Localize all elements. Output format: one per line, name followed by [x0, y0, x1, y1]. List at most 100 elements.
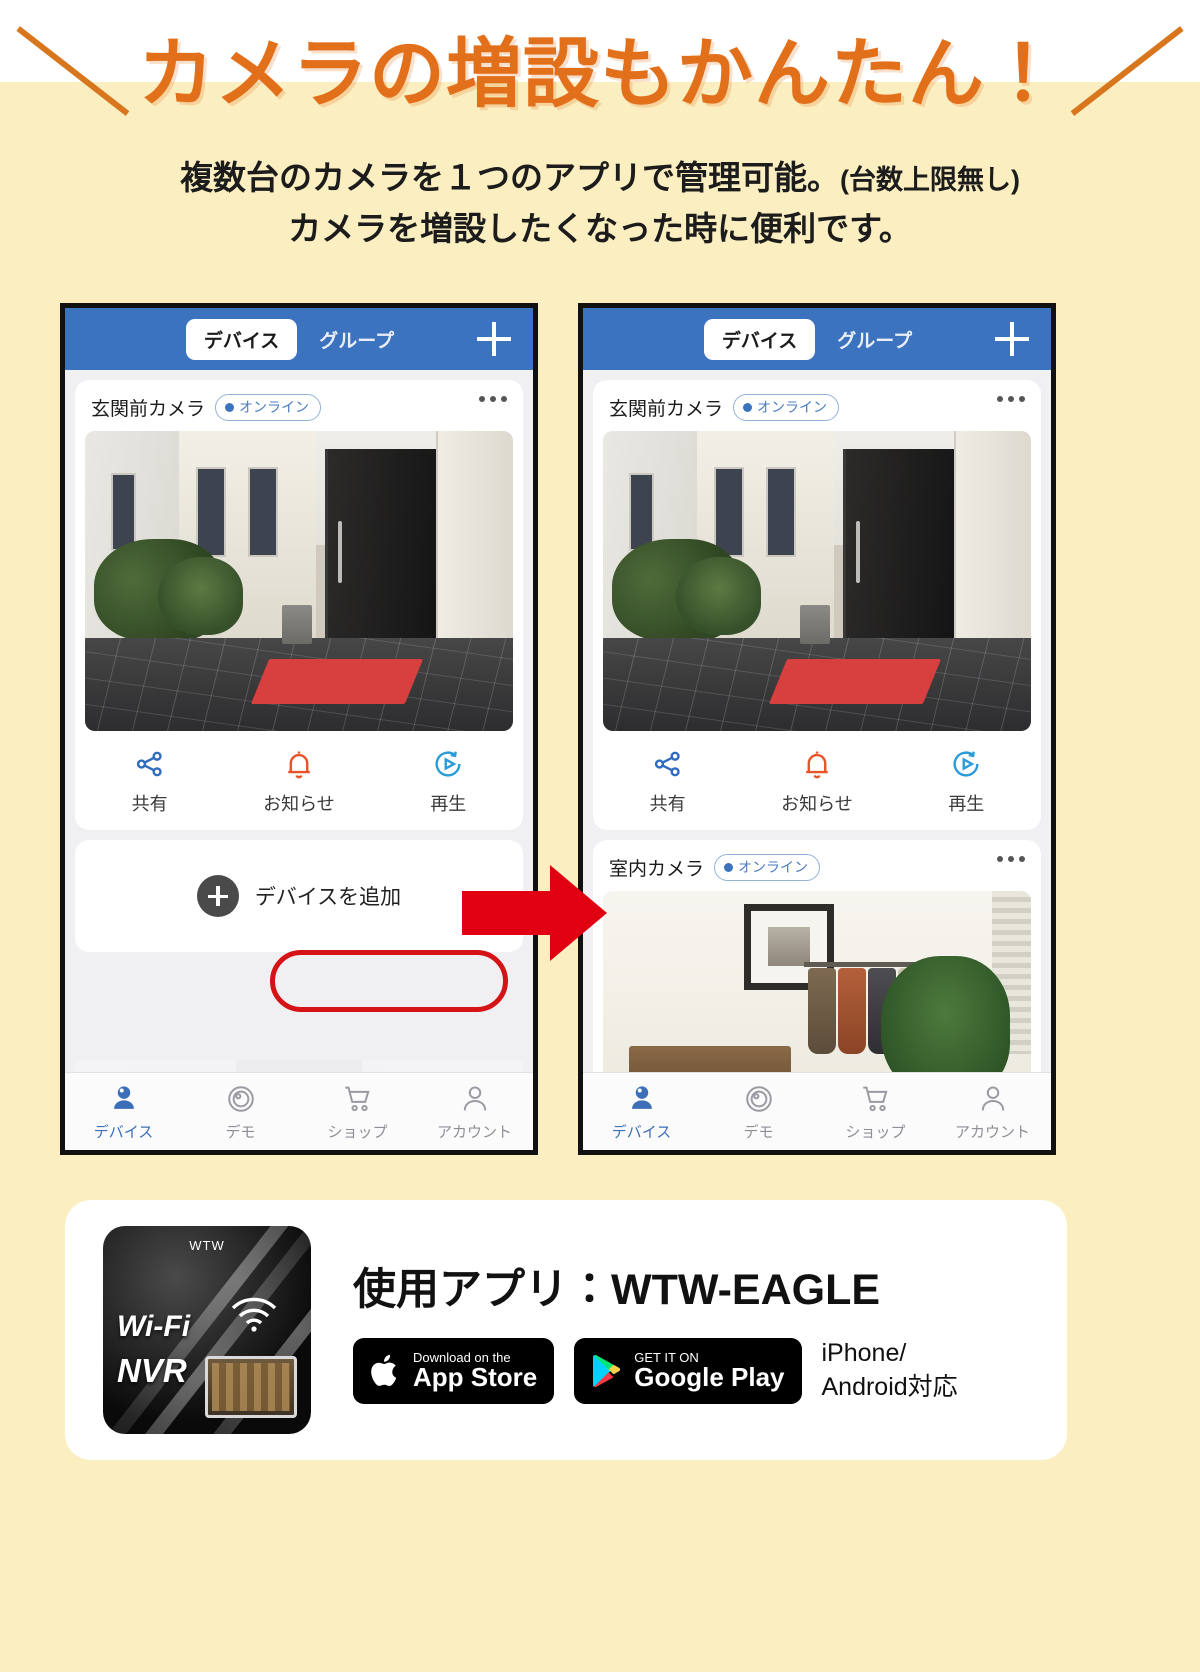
action-playback[interactable]: 再生 [374, 747, 523, 816]
camera-preview-entrance[interactable] [85, 431, 513, 731]
status-dot-icon [743, 402, 753, 412]
app-icon-wifi-text: Wi-Fi [117, 1310, 191, 1343]
camera-name: 玄関前カメラ [609, 399, 724, 420]
nav-item-devices[interactable]: デバイス [65, 1082, 182, 1142]
more-options-icon[interactable] [479, 396, 507, 402]
google-play-badge-big: Google Play [634, 1362, 785, 1393]
replay-icon [953, 751, 979, 777]
status-label: オンライン [738, 859, 809, 875]
add-button[interactable] [995, 322, 1029, 356]
os-note-line-2: Android対応 [821, 1373, 958, 1401]
nav-label-devices: デバイス [93, 1123, 154, 1141]
camera-name: 室内カメラ [609, 859, 705, 880]
status-badge: オンライン [733, 394, 840, 421]
nav-label-shop: ショップ [327, 1123, 388, 1141]
app-store-badge-texts: Download on the App Store [413, 1350, 538, 1393]
camera-preview-entrance[interactable] [603, 431, 1031, 731]
status-dot-icon [724, 862, 734, 872]
google-play-badge[interactable]: GET IT ON Google Play [574, 1338, 802, 1404]
action-share[interactable]: 共有 [593, 747, 742, 816]
nav-item-demo[interactable]: デモ [182, 1082, 299, 1142]
camera-name: 玄関前カメラ [91, 399, 206, 420]
app-info-card: WTW Wi-Fi NVR 使用アプリ：WTW-EAGLE Download o… [65, 1200, 1067, 1460]
more-options-icon[interactable] [997, 396, 1025, 402]
app-icon-brand: WTW [189, 1238, 225, 1253]
tab-groups[interactable]: グループ [301, 319, 412, 360]
demo-icon [745, 1085, 772, 1112]
nav-item-shop[interactable]: ショップ [817, 1082, 934, 1142]
header-tabs-left: デバイス グループ [185, 318, 412, 360]
action-notify[interactable]: お知らせ [224, 747, 373, 816]
action-notify-label: お知らせ [263, 794, 335, 814]
tab-devices[interactable]: デバイス [185, 318, 298, 360]
banner-title-row: ＼ カメラの増設もかんたん！ ／ [0, 22, 1200, 127]
apple-icon [371, 1354, 397, 1386]
app-header-left: デバイス グループ [65, 308, 533, 370]
app-store-badge[interactable]: Download on the App Store [353, 1338, 555, 1404]
action-share-label: 共有 [131, 794, 168, 814]
bottom-nav-left: デバイス デモ ショップ アカウント [65, 1072, 533, 1150]
nav-label-devices: デバイス [611, 1123, 672, 1141]
nav-item-account[interactable]: アカウント [416, 1082, 533, 1142]
status-label: オンライン [757, 399, 828, 415]
decorative-slash-left: ＼ [13, 23, 135, 126]
action-playback-label: 再生 [948, 794, 985, 814]
bell-icon [288, 751, 310, 779]
app-body-left: 玄関前カメラ オンライン 共有 お知らせ 再生 デバイスを追加 デバイス デモ … [65, 370, 533, 1150]
account-icon [981, 1086, 1004, 1110]
phone-mockups: デバイス グループ 玄関前カメラ オンライン 共有 お知らせ 再生 デバイスを追… [0, 303, 1200, 1158]
action-notify[interactable]: お知らせ [742, 747, 891, 816]
add-device-button[interactable]: デバイスを追加 [167, 863, 431, 929]
camera-card-entrance[interactable]: 玄関前カメラ オンライン 共有 お知らせ 再生 [75, 380, 523, 830]
add-device-label: デバイスを追加 [254, 886, 402, 909]
status-label: オンライン [239, 399, 310, 415]
nav-label-demo: デモ [743, 1123, 774, 1141]
action-playback-label: 再生 [430, 794, 467, 814]
play-triangle-icon [593, 1354, 621, 1388]
action-share-label: 共有 [649, 794, 686, 814]
banner-subtitle: 複数台のカメラを１つのアプリで管理可能。(台数上限無し) カメラを増設したくなっ… [0, 152, 1200, 254]
phone-before: デバイス グループ 玄関前カメラ オンライン 共有 お知らせ 再生 デバイスを追… [60, 303, 538, 1155]
nav-item-shop[interactable]: ショップ [299, 1082, 416, 1142]
camera-card-entrance[interactable]: 玄関前カメラ オンライン 共有 お知らせ 再生 [593, 380, 1041, 830]
status-badge: オンライン [714, 854, 821, 881]
nav-label-account: アカウント [954, 1123, 1030, 1141]
action-share[interactable]: 共有 [75, 747, 224, 816]
nav-item-account[interactable]: アカウント [934, 1082, 1051, 1142]
nav-label-shop: ショップ [845, 1123, 906, 1141]
wtw-eagle-app-icon: WTW Wi-Fi NVR [103, 1226, 311, 1434]
bottom-nav-right: デバイス デモ ショップ アカウント [583, 1072, 1051, 1150]
cart-icon [344, 1086, 370, 1111]
tab-groups[interactable]: グループ [819, 319, 930, 360]
store-badges: Download on the App Store GET IT ON Goog… [353, 1337, 958, 1405]
subtitle-line-2: カメラを増設したくなった時に便利です。 [288, 210, 912, 248]
google-play-badge-texts: GET IT ON Google Play [634, 1350, 785, 1393]
wifi-icon [231, 1297, 277, 1332]
subtitle-line-1-main: 複数台のカメラを１つのアプリで管理可能。 [180, 159, 840, 196]
action-playback[interactable]: 再生 [892, 747, 1041, 816]
nav-label-demo: デモ [225, 1123, 256, 1141]
plus-circle-icon [196, 875, 239, 917]
nav-item-demo[interactable]: デモ [700, 1082, 817, 1142]
camera-card-header: 玄関前カメラ オンライン [75, 380, 523, 431]
page-title: カメラの増設もかんたん！ [138, 31, 1062, 117]
action-notify-label: お知らせ [781, 794, 853, 814]
cart-icon [862, 1086, 888, 1111]
nav-item-devices[interactable]: デバイス [583, 1082, 700, 1142]
account-icon [463, 1086, 486, 1110]
app-title: 使用アプリ：WTW-EAGLE [353, 1266, 881, 1315]
subtitle-line-1: 複数台のカメラを１つのアプリで管理可能。(台数上限無し) [0, 152, 1200, 203]
app-header-right: デバイス グループ [583, 308, 1051, 370]
more-options-icon[interactable] [997, 856, 1025, 862]
tab-devices[interactable]: デバイス [703, 318, 816, 360]
add-device-block: デバイスを追加 [75, 840, 523, 952]
camera-action-row: 共有 お知らせ 再生 [75, 731, 523, 830]
add-button[interactable] [477, 322, 511, 356]
share-icon [136, 751, 162, 777]
status-dot-icon [225, 402, 235, 412]
decorative-slash-right: ／ [1065, 23, 1187, 126]
camera-card-indoor[interactable]: 室内カメラ オンライン [593, 840, 1041, 1106]
app-store-badge-big: App Store [413, 1362, 538, 1393]
app-info-text: 使用アプリ：WTW-EAGLE Download on the App Stor… [353, 1255, 958, 1405]
phone-after: デバイス グループ 玄関前カメラ オンライン 共有 お知らせ 再生 室内カメラ … [578, 303, 1056, 1155]
